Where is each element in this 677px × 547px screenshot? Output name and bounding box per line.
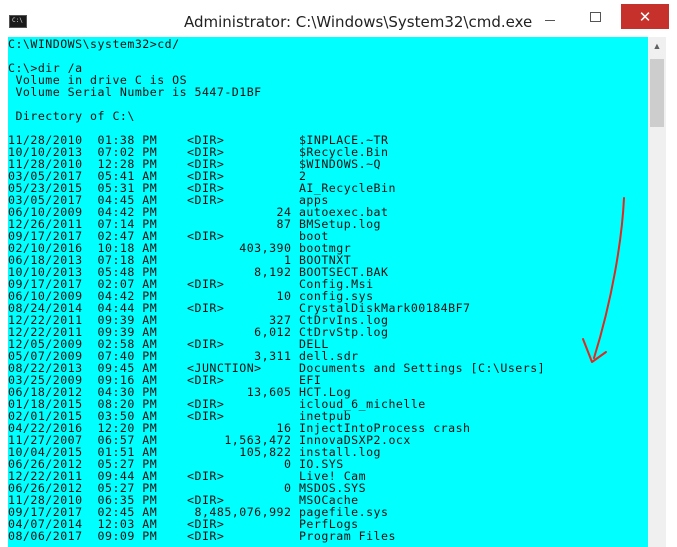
cmd-window: C:\ Administrator: C:\Windows\System32\c…	[0, 0, 677, 547]
annotation-arrow-shaft	[593, 197, 625, 359]
annotation-arrow	[582, 197, 625, 363]
